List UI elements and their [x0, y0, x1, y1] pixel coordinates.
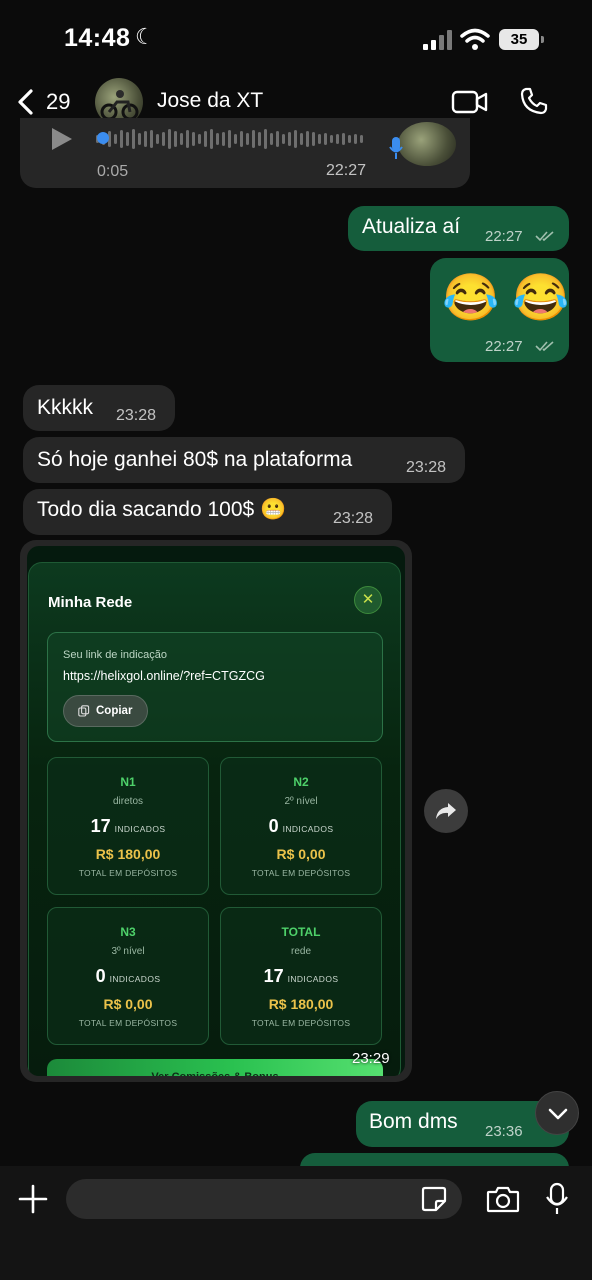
stat-count-label: INDICADOS: [114, 824, 166, 834]
back-chevron-icon: [18, 89, 33, 115]
message-time: 23:28: [406, 459, 447, 476]
referral-box: Seu link de indicação https://helixgol.o…: [47, 632, 383, 742]
stat-footer: TOTAL EM DEPÓSITOS: [78, 868, 178, 878]
phone-icon[interactable]: [519, 86, 549, 116]
contact-name[interactable]: Jose da XT: [157, 89, 263, 113]
status-bar: 14:48 ☾ 35: [0, 0, 592, 75]
message-text: Só hoje ganhei 80$ na plataforma: [37, 448, 353, 471]
composer-bar: [0, 1166, 592, 1280]
message-time: 23:28: [116, 407, 157, 424]
message-text: Todo dia sacando 100$ 😬: [37, 498, 287, 521]
wifi-icon: [460, 28, 490, 50]
sticker-icon[interactable]: [421, 1186, 447, 1212]
stat-amount: R$ 0,00: [103, 996, 153, 1012]
message-time: 22:27: [485, 228, 523, 245]
referral-label: Seu link de indicação: [63, 649, 167, 661]
message-time: 23:28: [333, 510, 374, 527]
audio-waveform[interactable]: [96, 128, 366, 150]
play-icon[interactable]: [52, 128, 72, 150]
signal-icon: [423, 30, 453, 50]
message-input[interactable]: [66, 1179, 462, 1219]
stat-code: N2: [293, 775, 309, 789]
stat-code: TOTAL: [281, 925, 321, 939]
stat-footer: TOTAL EM DEPÓSITOS: [251, 868, 351, 878]
message-text: Atualiza aí: [362, 215, 461, 238]
back-button[interactable]: 29: [16, 87, 76, 117]
stat-amount: R$ 0,00: [276, 846, 326, 862]
close-icon: ✕: [354, 586, 382, 614]
unread-count: 29: [46, 89, 71, 114]
audio-time: 22:27: [326, 162, 367, 179]
video-call-icon[interactable]: [451, 89, 489, 115]
microphone-icon: [389, 137, 403, 159]
stat-subtitle: diretos: [112, 796, 143, 807]
message-time: 22:27: [485, 338, 523, 355]
stat-subtitle: 3º nível: [111, 946, 145, 957]
message-text: Bom dms: [369, 1110, 458, 1133]
stat-amount: R$ 180,00: [268, 996, 334, 1012]
stat-count: 0: [268, 816, 279, 836]
stat-card-total: TOTAL rede 17 INDICADOS R$ 180,00 TOTAL E…: [220, 907, 382, 1045]
read-ticks-icon: [535, 231, 554, 242]
stat-count: 0: [95, 966, 106, 986]
forward-button[interactable]: [424, 789, 468, 833]
stat-count: 17: [263, 966, 284, 986]
stat-count: 17: [90, 816, 111, 836]
scroll-to-bottom-button[interactable]: [535, 1091, 579, 1135]
plus-icon[interactable]: [18, 1184, 48, 1214]
message-time: 23:36: [485, 1123, 523, 1140]
shared-screenshot[interactable]: Minha Rede ✕ Seu link de indicação https…: [27, 546, 405, 1076]
stat-card-n3: N3 3º nível 0 INDICADOS R$ 0,00 TOTAL EM …: [47, 907, 209, 1045]
network-panel: Minha Rede ✕ Seu link de indicação https…: [28, 562, 401, 1076]
panel-title: Minha Rede: [48, 594, 133, 611]
chevron-down-icon: [548, 1108, 568, 1120]
stat-card-n2: N2 2º nível 0 INDICADOS R$ 0,00 TOTAL EM …: [220, 757, 382, 895]
audio-sender-avatar: [398, 122, 456, 166]
forward-icon: [436, 803, 456, 819]
stat-count-label: INDICADOS: [287, 974, 339, 984]
copy-icon: [78, 705, 90, 717]
copy-button: Copiar: [63, 695, 148, 727]
stat-count-label: INDICADOS: [109, 974, 161, 984]
audio-duration: 0:05: [97, 163, 129, 180]
stat-card-n1: N1 diretos 17 INDICADOS R$ 180,00 TOTAL E…: [47, 757, 209, 895]
stat-subtitle: 2º nível: [284, 796, 318, 807]
stat-count-label: INDICADOS: [282, 824, 334, 834]
message-emoji: 😂 😂: [442, 271, 570, 323]
message-text: Kkkkk: [37, 396, 94, 419]
referral-link: https://helixgol.online/?ref=CTGZCG: [63, 669, 265, 683]
stat-footer: TOTAL EM DEPÓSITOS: [251, 1018, 351, 1028]
stat-amount: R$ 180,00: [95, 846, 161, 862]
audio-progress-dot[interactable]: [97, 132, 109, 144]
copy-label: Copiar: [96, 705, 133, 717]
stat-code: N3: [120, 925, 136, 939]
status-time: 14:48: [64, 24, 131, 52]
camera-icon[interactable]: [486, 1185, 520, 1213]
stat-subtitle: rede: [290, 946, 311, 957]
commissions-button: Ver Comissões & Bonus: [47, 1059, 383, 1076]
image-time: 23:29: [352, 1050, 390, 1067]
stat-footer: TOTAL EM DEPÓSITOS: [78, 1018, 178, 1028]
image-message[interactable]: Minha Rede ✕ Seu link de indicação https…: [20, 540, 412, 1082]
battery-indicator: 35: [499, 29, 544, 50]
stat-code: N1: [120, 775, 136, 789]
moon-icon: ☾: [135, 24, 155, 49]
read-ticks-icon: [535, 341, 554, 352]
microphone-icon[interactable]: [545, 1182, 569, 1216]
